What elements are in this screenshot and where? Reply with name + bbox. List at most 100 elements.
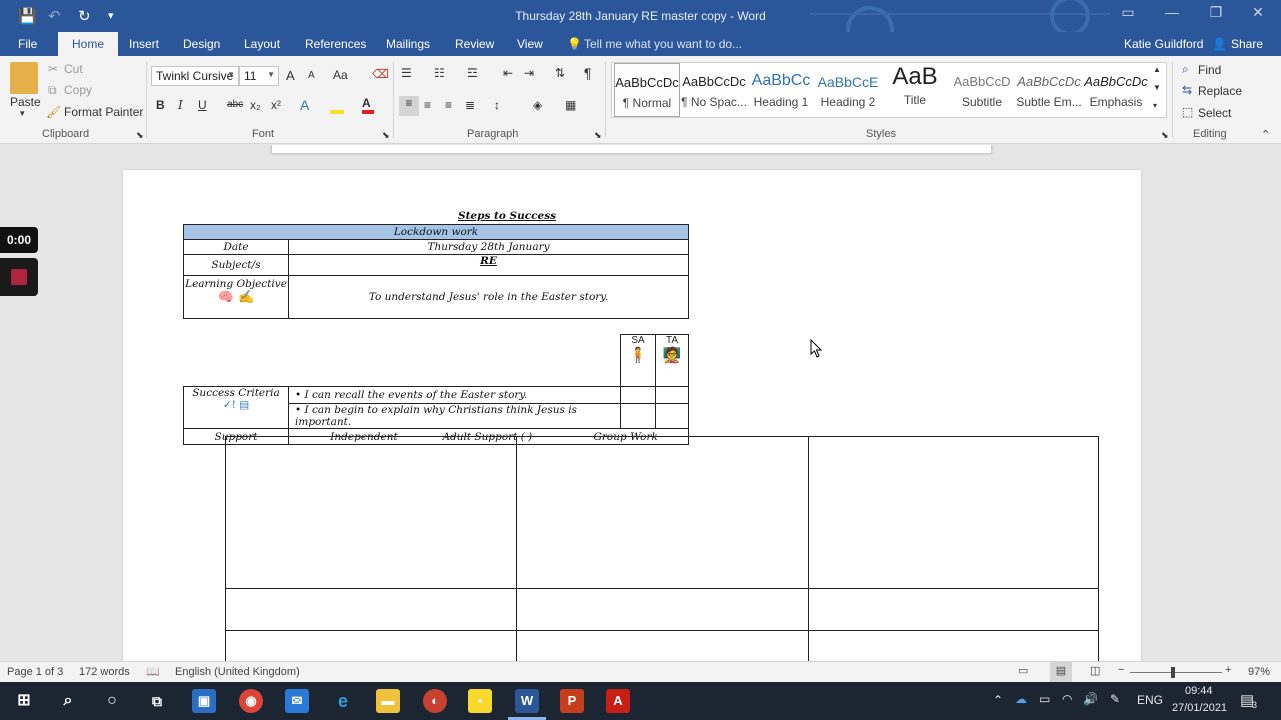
work-cell[interactable]	[225, 630, 517, 661]
change-case-button[interactable]: Aa	[333, 68, 348, 82]
text-effects-icon[interactable]: A	[300, 97, 309, 113]
sa-check-cell[interactable]	[620, 403, 656, 429]
zoom-slider[interactable]	[1130, 672, 1222, 673]
work-cell[interactable]	[516, 436, 809, 589]
page-count[interactable]: Page 1 of 3	[7, 666, 63, 678]
stop-recording-button[interactable]	[0, 258, 38, 296]
mail-icon[interactable]: ✉	[285, 689, 309, 713]
subscript-button[interactable]: x₂	[250, 98, 261, 112]
cortana-icon[interactable]: ○	[100, 689, 124, 713]
align-right-icon[interactable]: ≡	[445, 98, 452, 112]
document-page[interactable]: Steps to Success Lockdown work Date Thur…	[123, 170, 1141, 661]
shading-icon[interactable]: ◈	[533, 98, 542, 112]
zoom-level[interactable]: 97%	[1248, 666, 1270, 678]
share-button[interactable]: Share	[1231, 37, 1263, 51]
print-layout-icon[interactable]: ▤	[1050, 662, 1072, 682]
font-name-combo[interactable]: Twinkl Cursive ▼	[151, 66, 239, 86]
format-painter-button[interactable]: Format Painter	[64, 105, 143, 119]
scroll-up-icon[interactable]: ▲	[1153, 65, 1161, 74]
find-button[interactable]: Find	[1198, 63, 1221, 77]
show-marks-button[interactable]: ¶	[584, 65, 592, 81]
tab-mailings[interactable]: Mailings	[386, 37, 430, 51]
style-subtle-emphasis[interactable]: AaBbCcDc Subtle Em...	[1016, 63, 1082, 117]
clock-date[interactable]: 27/01/2021	[1172, 702, 1227, 714]
tab-home[interactable]: Home	[58, 32, 119, 56]
wifi-icon[interactable]: ◠	[1062, 692, 1072, 706]
style-heading-1[interactable]: AaBbCc Heading 1	[748, 63, 814, 117]
language-indicator[interactable]: English (United Kingdom)	[175, 666, 300, 678]
tab-view[interactable]: View	[517, 37, 543, 51]
shrink-font-button[interactable]: A	[308, 70, 315, 81]
style-no-spacing[interactable]: AaBbCcDc ¶ No Spac...	[681, 63, 747, 117]
multilevel-list-icon[interactable]: ☲	[467, 66, 478, 80]
work-cell[interactable]	[225, 436, 517, 589]
pen-icon[interactable]: ✎	[1110, 692, 1120, 706]
paste-dropdown-icon[interactable]: ▾	[20, 108, 25, 119]
powerpoint-taskbar-icon[interactable]: P	[560, 689, 584, 713]
ta-check-cell[interactable]	[655, 403, 689, 429]
ta-check-cell[interactable]	[655, 386, 689, 404]
cut-button[interactable]: Cut	[64, 62, 83, 76]
tab-file[interactable]: File	[18, 37, 37, 51]
scroll-down-icon[interactable]: ▼	[1153, 83, 1161, 92]
search-icon[interactable]: ⌕	[56, 689, 80, 713]
tab-insert[interactable]: Insert	[129, 37, 159, 51]
windows-start-icon[interactable]: ⊞	[12, 689, 36, 713]
copy-button[interactable]: Copy	[64, 83, 92, 97]
zoom-slider-thumb[interactable]	[1171, 667, 1175, 678]
tab-layout[interactable]: Layout	[244, 37, 280, 51]
borders-icon[interactable]: ▦	[565, 98, 576, 112]
underline-button[interactable]: U	[198, 98, 207, 112]
select-button[interactable]: Select	[1198, 106, 1231, 120]
paragraph-launcher-icon[interactable]: ⬊	[594, 130, 602, 141]
zoom-out-icon[interactable]: −	[1118, 664, 1124, 676]
justify-icon[interactable]: ≣	[465, 98, 475, 112]
web-layout-icon[interactable]: ◫	[1090, 664, 1100, 677]
word-taskbar-icon[interactable]: W	[515, 689, 539, 713]
tell-me-box[interactable]: Tell me what you want to do...	[584, 37, 742, 51]
tray-chevron-icon[interactable]: ⌃	[993, 693, 1003, 707]
proofing-icon[interactable]: 📖	[146, 665, 160, 678]
app-icon[interactable]: ◐	[423, 689, 447, 713]
chrome-icon[interactable]: ◉	[239, 689, 263, 713]
align-center-icon[interactable]: ≡	[424, 98, 431, 112]
cut-icon[interactable]: ✂	[48, 62, 58, 76]
collapse-ribbon-icon[interactable]: ⌃	[1261, 128, 1270, 141]
read-mode-icon[interactable]: ▭	[1018, 664, 1028, 677]
italic-button[interactable]: I	[178, 98, 183, 112]
work-cell[interactable]	[225, 588, 517, 631]
task-view-icon[interactable]: ⧉	[145, 689, 169, 713]
style-normal[interactable]: AaBbCcDc ¶ Normal	[614, 63, 680, 117]
work-cell[interactable]	[516, 588, 809, 631]
style-emphasis[interactable]: AaBbCcDc Emphasis	[1083, 63, 1149, 117]
font-size-combo[interactable]: 11 ▼	[239, 66, 279, 86]
clock-time[interactable]: 09:44	[1185, 685, 1213, 697]
tab-review[interactable]: Review	[455, 37, 494, 51]
numbering-icon[interactable]: ☷	[434, 66, 445, 80]
word-count[interactable]: 172 words	[79, 666, 130, 678]
sa-check-cell[interactable]	[620, 386, 656, 404]
align-left-icon[interactable]: ≡	[399, 96, 419, 116]
work-cell[interactable]	[808, 630, 1099, 661]
acrobat-icon[interactable]: A	[606, 689, 630, 713]
style-title[interactable]: AaB Title	[882, 63, 948, 117]
replace-button[interactable]: Replace	[1198, 84, 1242, 98]
sticky-notes-icon[interactable]: ▪	[468, 689, 492, 713]
work-cell[interactable]	[516, 630, 809, 661]
edge-icon[interactable]: e	[331, 689, 355, 713]
store-icon[interactable]: ▣	[192, 689, 216, 713]
zoom-in-icon[interactable]: +	[1225, 664, 1231, 676]
maximize-icon[interactable]: ❐	[1196, 4, 1236, 28]
strikethrough-button[interactable]: abc	[227, 99, 243, 110]
tab-design[interactable]: Design	[183, 37, 220, 51]
font-color-icon[interactable]: A	[362, 96, 374, 114]
input-language[interactable]: ENG	[1137, 693, 1163, 707]
highlight-icon[interactable]	[330, 96, 344, 114]
decrease-indent-icon[interactable]: ⇤	[503, 66, 513, 80]
tab-references[interactable]: References	[305, 37, 366, 51]
style-subtitle[interactable]: AaBbCcD Subtitle	[949, 63, 1015, 117]
battery-icon[interactable]: ▭	[1039, 692, 1050, 706]
sort-icon[interactable]: ⇅	[555, 66, 565, 80]
find-icon[interactable]: ⌕	[1182, 62, 1189, 77]
bullets-icon[interactable]: ☰	[401, 66, 412, 80]
